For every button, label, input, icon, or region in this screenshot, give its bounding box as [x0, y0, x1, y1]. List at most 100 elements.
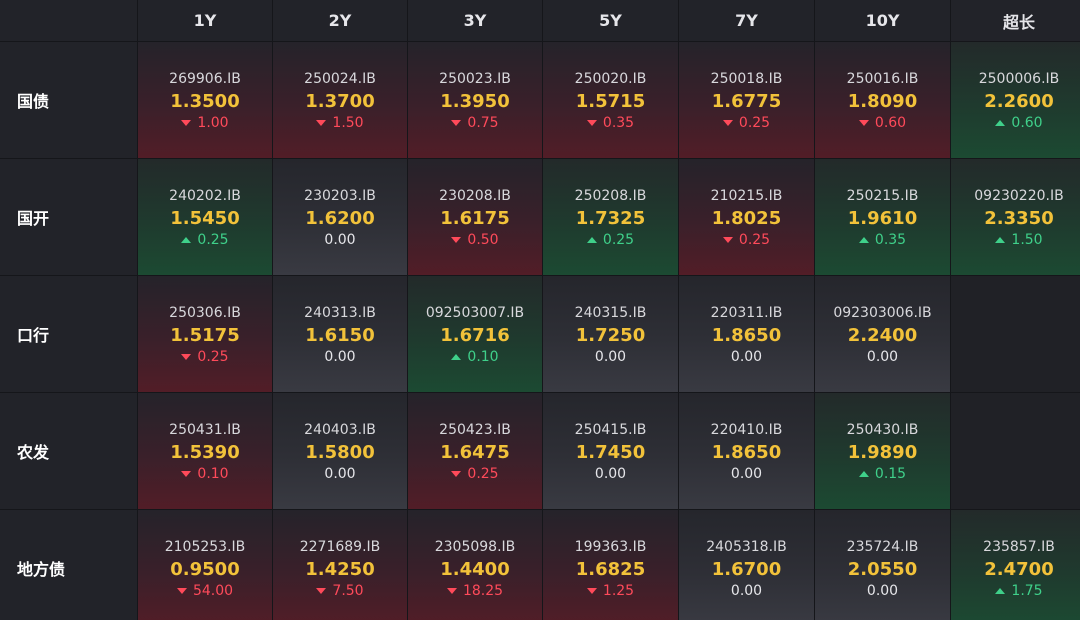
bond-code: 240403.IB	[304, 422, 376, 438]
quote-cell[interactable]: 230203.IB 1.6200 0.00	[273, 159, 407, 275]
bond-code: 240313.IB	[304, 305, 376, 321]
yield-change-value: 1.00	[197, 115, 229, 131]
yield-change-value: 0.00	[866, 349, 899, 365]
column-header-1[interactable]: 1Y	[138, 0, 272, 41]
yield-change: 0.60	[858, 114, 906, 132]
bond-code: 250423.IB	[439, 422, 511, 438]
down-arrow-icon	[181, 120, 192, 126]
yield-change-value: 0.10	[467, 349, 499, 365]
bond-yield: 1.7250	[575, 325, 646, 346]
yield-change-value: 0.25	[197, 232, 229, 248]
column-header-4[interactable]: 5Y	[543, 0, 678, 41]
down-arrow-icon	[181, 471, 192, 477]
quote-cell[interactable]: 235724.IB 2.0550 0.00	[815, 510, 950, 620]
up-arrow-icon	[858, 471, 869, 477]
yield-change: 0.00	[867, 348, 898, 366]
yield-change-value: 0.00	[594, 349, 627, 365]
quote-cell[interactable]: 2305098.IB 1.4400 18.25	[408, 510, 542, 620]
quote-cell[interactable]: 250430.IB 1.9890 0.15	[815, 393, 950, 509]
row-header-4[interactable]: 农发	[0, 393, 137, 509]
bond-yield: 1.7325	[575, 208, 646, 229]
up-arrow-icon	[181, 237, 192, 243]
yield-change: 1.50	[995, 231, 1043, 249]
yield-change-value: 0.00	[866, 582, 899, 599]
quote-cell[interactable]: 250016.IB 1.8090 0.60	[815, 42, 950, 158]
quote-cell[interactable]: 2405318.IB 1.6700 0.00	[679, 510, 814, 620]
bond-code: 2105253.IB	[164, 538, 246, 555]
down-arrow-icon	[316, 120, 327, 126]
bond-code: 210215.IB	[710, 188, 783, 204]
column-header-2[interactable]: 2Y	[273, 0, 407, 41]
yield-change: 0.00	[867, 582, 898, 600]
quote-cell[interactable]: 250215.IB 1.9610 0.35	[815, 159, 950, 275]
bond-code: 250016.IB	[846, 71, 919, 87]
bond-yield: 1.6200	[305, 208, 375, 229]
quote-cell[interactable]: 250431.IB 1.5390 0.10	[138, 393, 272, 509]
bond-code: 220410.IB	[710, 422, 783, 438]
yield-change: 0.25	[722, 114, 770, 132]
bond-code: 250018.IB	[710, 71, 783, 87]
row-header-5[interactable]: 地方债	[0, 510, 137, 620]
bond-code: 250020.IB	[574, 71, 647, 87]
column-header-3[interactable]: 3Y	[408, 0, 542, 41]
quote-cell[interactable]: 230208.IB 1.6175 0.50	[408, 159, 542, 275]
column-header-7[interactable]: 超长	[951, 0, 1080, 41]
quote-cell[interactable]: 2271689.IB 1.4250 7.50	[273, 510, 407, 620]
quote-cell[interactable]: 199363.IB 1.6825 1.25	[543, 510, 678, 620]
quote-cell[interactable]: 092503007.IB 1.6716 0.10	[408, 276, 542, 392]
row-header-3[interactable]: 口行	[0, 276, 137, 392]
quote-cell[interactable]: 250208.IB 1.7325 0.25	[543, 159, 678, 275]
quote-cell[interactable]: 240403.IB 1.5800 0.00	[273, 393, 407, 509]
yield-change-value: 0.00	[594, 466, 627, 482]
quote-cell[interactable]: 250023.IB 1.3950 0.75	[408, 42, 542, 158]
bond-yield: 1.6700	[711, 558, 782, 580]
bond-code: 250215.IB	[846, 188, 919, 204]
quote-cell[interactable]: 220410.IB 1.8650 0.00	[679, 393, 814, 509]
quote-cell[interactable]: 2500006.IB 2.2600 0.60	[951, 42, 1080, 158]
quote-cell[interactable]: 250018.IB 1.6775 0.25	[679, 42, 814, 158]
bond-code: 2405318.IB	[706, 538, 787, 555]
quote-cell[interactable]: 210215.IB 1.8025 0.25	[679, 159, 814, 275]
quote-cell[interactable]: 250024.IB 1.3700 1.50	[273, 42, 407, 158]
quote-cell[interactable]: 240315.IB 1.7250 0.00	[543, 276, 678, 392]
yield-change: 0.75	[451, 114, 499, 132]
bond-code: 240202.IB	[169, 188, 241, 204]
bond-yield: 2.4700	[984, 558, 1054, 580]
quote-cell[interactable]: 240202.IB 1.5450 0.25	[138, 159, 272, 275]
yield-change-value: 0.35	[602, 115, 635, 131]
bond-code: 092303006.IB	[833, 305, 932, 321]
yield-change: 54.00	[176, 582, 233, 600]
quote-cell[interactable]: 250423.IB 1.6475 0.25	[408, 393, 542, 509]
quote-cell[interactable]: 250306.IB 1.5175 0.25	[138, 276, 272, 392]
down-arrow-icon	[446, 587, 457, 594]
yield-change: 1.00	[181, 114, 229, 132]
row-header-2[interactable]: 国开	[0, 159, 137, 275]
quote-cell[interactable]: 09230220.IB 2.3350 1.50	[951, 159, 1080, 275]
yield-change-value: 0.35	[874, 232, 907, 248]
bond-code: 09230220.IB	[974, 188, 1064, 204]
bond-yield: 0.9500	[170, 558, 240, 580]
up-arrow-icon	[995, 237, 1006, 243]
quote-cell[interactable]: 250415.IB 1.7450 0.00	[543, 393, 678, 509]
yield-change-value: 1.50	[332, 115, 364, 131]
column-header-5[interactable]: 7Y	[679, 0, 814, 41]
quote-cell[interactable]: 250020.IB 1.5715 0.35	[543, 42, 678, 158]
quote-cell[interactable]: 240313.IB 1.6150 0.00	[273, 276, 407, 392]
yield-change-value: 0.00	[730, 349, 763, 365]
yield-change: 0.00	[595, 348, 626, 366]
yield-change-value: 1.25	[602, 582, 635, 599]
quote-cell[interactable]: 269906.IB 1.3500 1.00	[138, 42, 272, 158]
yield-change-value: 0.15	[874, 466, 907, 482]
bond-yield: 1.6175	[440, 208, 510, 229]
row-header-1[interactable]: 国债	[0, 42, 137, 158]
yield-change-value: 0.10	[197, 466, 229, 482]
column-header-6[interactable]: 10Y	[815, 0, 950, 41]
bond-code: 250306.IB	[169, 305, 241, 321]
bond-yield: 2.2600	[984, 91, 1054, 112]
quote-cell[interactable]: 092303006.IB 2.2400 0.00	[815, 276, 950, 392]
quote-cell[interactable]: 220311.IB 1.8650 0.00	[679, 276, 814, 392]
quote-cell[interactable]: 235857.IB 2.4700 1.75	[951, 510, 1080, 620]
bond-yield: 1.5715	[575, 91, 646, 112]
yield-change: 0.50	[451, 231, 499, 249]
quote-cell[interactable]: 2105253.IB 0.9500 54.00	[138, 510, 272, 620]
